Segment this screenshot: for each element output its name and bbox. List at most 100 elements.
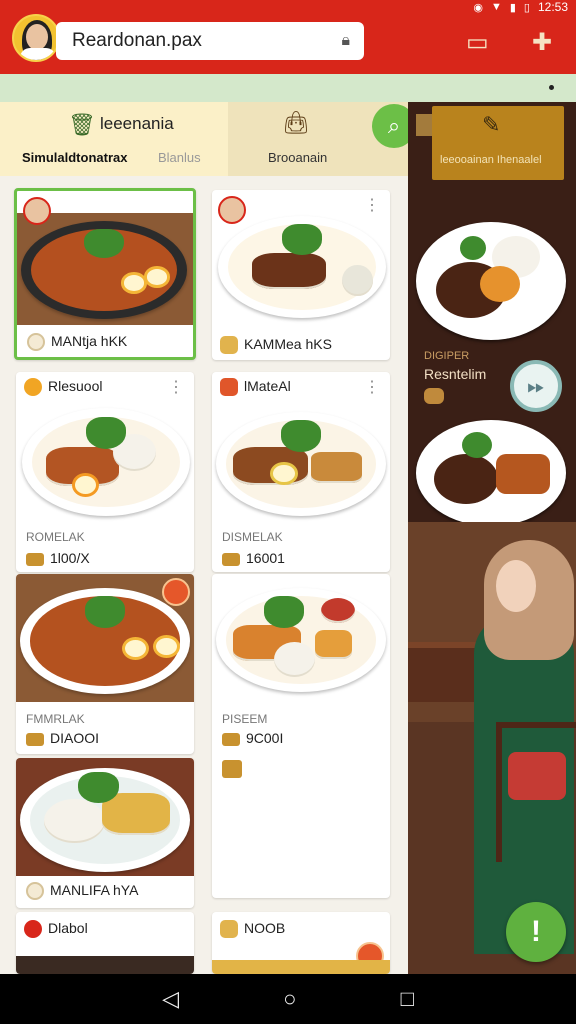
category-tabs: 🗑︎ leeenania Simulaldtonatrax Blanlus 👜︎… [0, 102, 408, 176]
chef-avatar-icon [23, 197, 51, 225]
menu-dot-icon[interactable] [549, 85, 554, 90]
price-tag-icon [222, 552, 240, 566]
tab-secondary-title: Brooanain [268, 150, 328, 165]
side-dish-image-1[interactable] [416, 222, 566, 340]
coin-icon [26, 882, 44, 901]
price-tag-icon [26, 732, 44, 746]
card-title-text: MANLIFA hYA [50, 882, 139, 898]
dish-photo [212, 402, 390, 522]
card-title: lMateAl [220, 378, 291, 397]
chef-badge-icon [162, 578, 190, 606]
food-card[interactable]: FMMRLAK DIAOOI [16, 574, 194, 754]
bowl-icon [220, 920, 238, 939]
card-price-text: DIAOOI [50, 730, 100, 746]
food-card[interactable]: ⋮ KAMMea hKS [212, 190, 390, 360]
price-tag-icon [222, 732, 240, 746]
side-dish-image-2[interactable] [416, 420, 566, 526]
sim-icon: ▮ [509, 1, 516, 14]
side-tab-label: leeooainan Ihenaalel [440, 154, 542, 166]
food-card[interactable]: NOOB [212, 912, 390, 974]
card-title-text: Dlabol [48, 920, 88, 936]
search-text: Reardonan.pax [72, 30, 202, 51]
card-title-text: lMateAl [244, 378, 291, 394]
profile-avatar[interactable] [12, 14, 60, 62]
subtab-inactive[interactable]: Blanlus [158, 150, 201, 165]
price-tag-icon [222, 760, 242, 778]
card-price-text: 1l00/X [50, 550, 90, 566]
side-panel: ✎ leeooainan Ihenaalel DIGIPER Resntelim… [408, 102, 576, 974]
forward-icon[interactable]: ⏩︎ [510, 360, 562, 412]
card-meta: FMMRLAK [26, 712, 85, 726]
bag-icon: 👜︎ [282, 110, 310, 135]
search-input[interactable]: Reardonan.pax 🔒︎ [56, 22, 364, 60]
header-strip [0, 74, 576, 102]
side-tab[interactable]: ✎ leeooainan Ihenaalel [432, 106, 564, 180]
card-title: MANtja hKK [27, 333, 128, 352]
tool-icon[interactable]: ✚ [532, 28, 552, 57]
food-card[interactable]: PISEEM 9C00I [212, 574, 390, 898]
card-title: Dlabol [24, 920, 88, 939]
card-title: NOOB [220, 920, 286, 939]
recents-icon[interactable]: □ [401, 986, 414, 1012]
card-title-text: Rlesuool [48, 378, 103, 394]
coin-icon [27, 333, 45, 352]
top-app-bar: ◉ ▼ ▮ ▯ 12:53 Reardonan.pax 🔒︎ ▭ ✚ [0, 0, 576, 74]
card-title-text: NOOB [244, 920, 286, 936]
dish-photo [16, 758, 194, 876]
dish-photo [212, 960, 390, 974]
more-options-icon[interactable]: ⋮ [364, 198, 380, 214]
more-options-icon[interactable]: ⋮ [364, 380, 380, 396]
card-title: MANLIFA hYA [26, 882, 139, 901]
dish-photo [16, 574, 194, 702]
chat-icon [24, 378, 42, 397]
chef-avatar-icon [218, 196, 246, 224]
side-label-main: Resntelim [424, 366, 487, 382]
card-meta: DISMELAK [222, 530, 283, 544]
price-tag-icon [424, 388, 444, 404]
side-label-small: DIGIPER [424, 350, 470, 362]
dish-photo [212, 580, 390, 700]
food-card[interactable]: MANtja hKK [14, 188, 196, 360]
signal-icon: ▯ [523, 1, 530, 14]
trash-bin-icon: 🗑︎ [68, 112, 96, 137]
card-price-text: 9C00I [246, 730, 284, 746]
card-price: 1l00/X [26, 550, 90, 566]
subtab-active[interactable]: Simulaldtonatrax [22, 150, 127, 165]
dish-photo [16, 956, 194, 974]
tab-main[interactable]: 🗑︎ leeenania Simulaldtonatrax Blanlus [0, 102, 228, 176]
back-icon[interactable]: ◁ [162, 986, 179, 1012]
lock-icon: 🔒︎ [341, 32, 350, 49]
status-time: 12:53 [537, 0, 568, 14]
food-card[interactable]: lMateAl ⋮ DISMELAK 16001 [212, 372, 390, 572]
card-price: DIAOOI [26, 730, 99, 746]
card-price: 16001 [222, 550, 285, 566]
food-card[interactable]: Dlabol [16, 912, 194, 974]
menu-badge-icon [220, 378, 238, 397]
card-meta: ROMELAK [26, 530, 85, 544]
price-tag-icon [26, 552, 44, 566]
card-title-text: KAMMea hKS [244, 336, 332, 352]
clipboard-icon[interactable]: ▭ [466, 28, 489, 57]
status-bar: ◉ ▼ ▮ ▯ 12:53 [473, 0, 568, 14]
food-card[interactable]: MANLIFA hYA [16, 758, 194, 908]
card-price-text: 16001 [246, 550, 285, 566]
card-title-text: MANtja hKK [51, 333, 128, 349]
system-nav-bar: ◁ ○ □ [0, 974, 576, 1024]
card-meta: PISEEM [222, 712, 268, 726]
card-title: Rlesuool [24, 378, 103, 397]
food-card[interactable]: Rlesuool ⋮ ROMELAK 1l00/X [16, 372, 194, 572]
card-price: 9C00I [222, 730, 283, 746]
home-icon[interactable]: ○ [283, 986, 296, 1012]
alarm-icon: ◉ [473, 1, 483, 14]
wifi-icon: ▼ [490, 1, 502, 13]
alert-fab-icon[interactable]: ! [506, 902, 566, 962]
edit-icon: ✎ [482, 112, 501, 137]
more-options-icon[interactable]: ⋮ [168, 380, 184, 396]
bowl-icon [220, 336, 238, 355]
card-title: KAMMea hKS [220, 336, 332, 355]
dish-photo [212, 210, 390, 326]
dish-photo [16, 402, 194, 522]
tab-main-title: leeenania [100, 114, 174, 133]
dish-photo [17, 213, 193, 325]
tomato-icon [24, 920, 42, 939]
